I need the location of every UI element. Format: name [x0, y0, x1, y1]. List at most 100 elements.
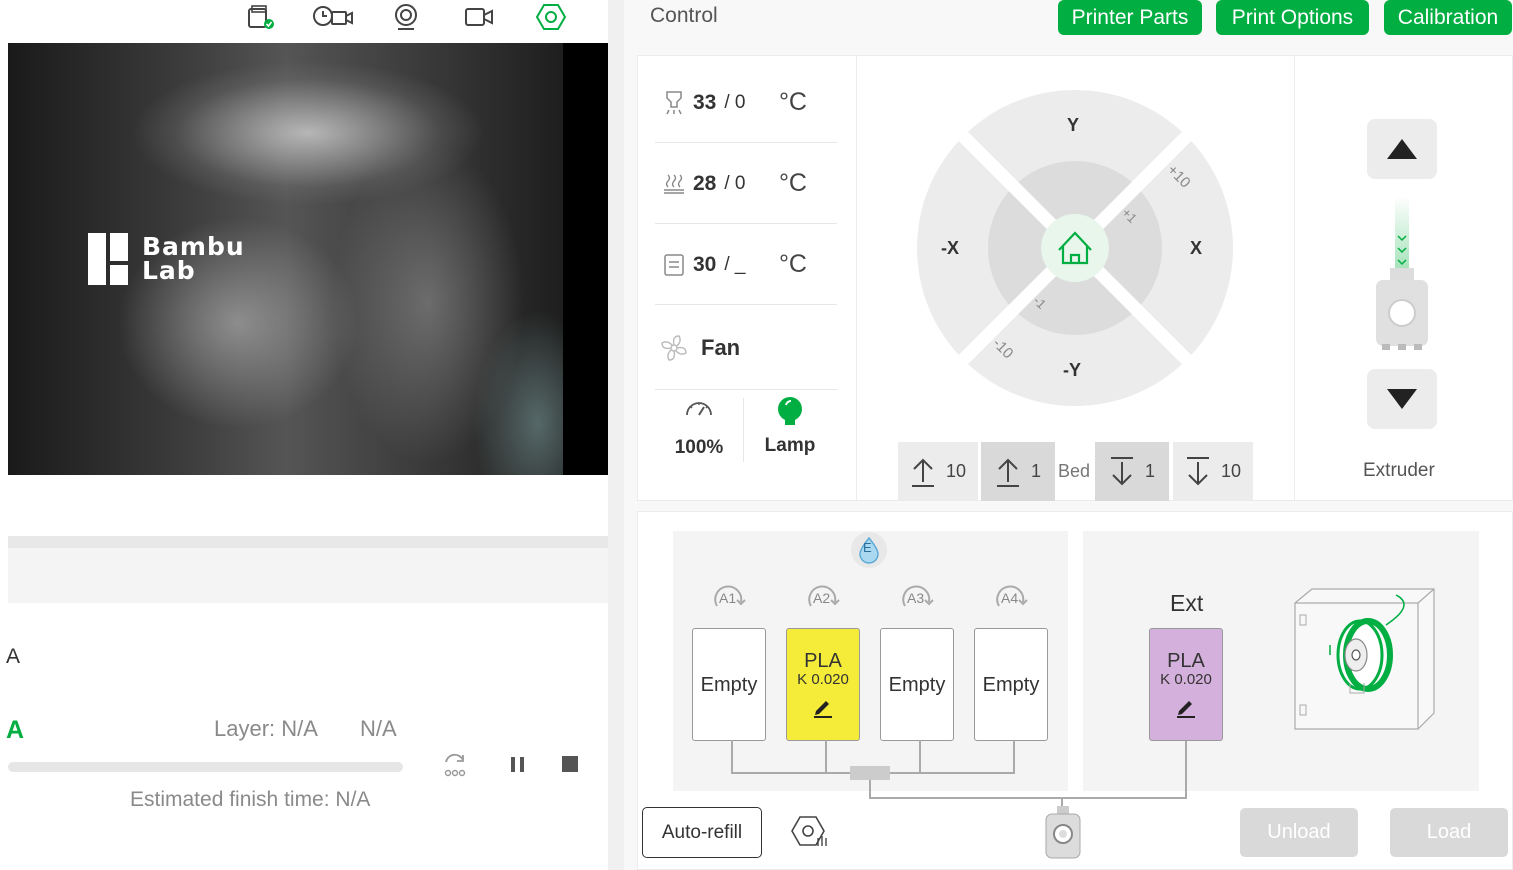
- ext-spool-slot[interactable]: PLA K 0.020: [1149, 628, 1223, 741]
- divider-strip: [8, 536, 609, 548]
- filament-path: [731, 740, 1187, 810]
- edit-pencil-icon[interactable]: [812, 696, 834, 718]
- x-plus-button[interactable]: X: [1190, 238, 1202, 259]
- bed-temp-row[interactable]: 28 / 0 °C: [655, 144, 837, 224]
- extruder-toolhead-icon: [1045, 806, 1081, 859]
- chamber-target-temp[interactable]: / _: [724, 254, 745, 276]
- bambu-lab-logo: Bambu Lab: [88, 233, 245, 285]
- ams-slot-a4[interactable]: Empty: [974, 628, 1048, 741]
- video-record-icon[interactable]: [463, 2, 495, 32]
- chamber-icon: [655, 253, 693, 277]
- ams-humidity-button[interactable]: E: [851, 532, 887, 568]
- slot-a4-label: A4: [1001, 590, 1019, 606]
- printer-spool-graphic: [1294, 588, 1435, 730]
- bed-current-temp: 28: [693, 171, 717, 195]
- nozzle-current-temp: 33: [693, 90, 717, 114]
- slot-material: Empty: [700, 673, 758, 696]
- task-header-bar: [8, 548, 609, 603]
- slot-material: Empty: [982, 673, 1040, 696]
- bed-step-label: 1: [1144, 461, 1155, 481]
- fan-icon: [655, 333, 693, 363]
- load-button[interactable]: Load: [1390, 808, 1508, 857]
- x-minus-button[interactable]: -X: [941, 238, 959, 259]
- nozzle-temp-row[interactable]: 33 / 0 °C: [655, 63, 837, 143]
- lamp-label: Lamp: [764, 435, 816, 456]
- timelapse-icon[interactable]: [312, 2, 354, 32]
- slot-material: PLA: [804, 650, 842, 672]
- arrow-up-icon: [996, 458, 1019, 487]
- control-title: Control: [650, 4, 718, 27]
- extrude-up-button[interactable]: [1367, 119, 1437, 179]
- triangle-up-icon: [1387, 139, 1417, 159]
- edit-pencil-icon[interactable]: [1175, 696, 1197, 718]
- triangle-down-icon: [1387, 389, 1417, 409]
- camera-view[interactable]: Bambu Lab: [8, 43, 609, 475]
- temp-unit: °C: [778, 250, 807, 278]
- slot-material: Empty: [888, 673, 946, 696]
- bed-target-temp[interactable]: / 0: [724, 173, 745, 195]
- slot-a2-label: A2: [813, 590, 831, 606]
- auto-refill-button[interactable]: Auto-refill: [642, 807, 762, 858]
- print-options-button[interactable]: Print Options: [1216, 0, 1369, 35]
- bed-step-label: 10: [945, 461, 967, 481]
- bed-up-10-button[interactable]: 10: [898, 442, 978, 501]
- speed-value: 100%: [674, 437, 724, 458]
- ams-settings-icon[interactable]: [790, 814, 830, 855]
- printer-parts-button[interactable]: Printer Parts: [1058, 0, 1202, 35]
- progress-percent: N/A: [360, 716, 397, 741]
- arrow-up-icon: [911, 458, 934, 487]
- bed-down-10-button[interactable]: 10: [1173, 442, 1253, 501]
- heatbed-icon: [655, 173, 693, 195]
- logo-line-2: Lab: [142, 256, 196, 285]
- nozzle-target-temp[interactable]: / 0: [724, 92, 745, 114]
- stop-icon[interactable]: [562, 756, 578, 772]
- humidity-level: E: [863, 540, 872, 555]
- slot-k-value: K 0.020: [797, 671, 849, 688]
- pause-icon[interactable]: [509, 756, 529, 774]
- bed-down-1-button[interactable]: 1: [1095, 442, 1169, 501]
- fan-label: Fan: [701, 334, 741, 360]
- bed-step-label: 10: [1220, 461, 1242, 481]
- layer-text: Layer: N/A: [214, 716, 318, 741]
- estimated-finish-time: Estimated finish time: N/A: [130, 788, 371, 811]
- y-plus-button[interactable]: Y: [1067, 115, 1079, 136]
- home-button[interactable]: [1055, 235, 1093, 269]
- temp-unit: °C: [778, 169, 807, 197]
- ams-slot-a3[interactable]: Empty: [880, 628, 954, 741]
- speed-button[interactable]: 100%: [655, 395, 743, 465]
- ams-slot-a2[interactable]: PLA K 0.020: [786, 628, 860, 741]
- extruder-graphic: [1376, 196, 1428, 350]
- nozzle-icon: [655, 90, 693, 116]
- temp-unit: °C: [778, 88, 807, 116]
- ext-material: PLA: [1167, 650, 1205, 672]
- task-status-fragment: A: [6, 716, 25, 744]
- left-panel: Bambu Lab A A Layer: N/A N/A Estimated f…: [0, 0, 610, 870]
- sd-card-icon[interactable]: [245, 2, 277, 32]
- lamp-button[interactable]: Lamp: [744, 395, 836, 465]
- ext-k-value: K 0.020: [1160, 671, 1212, 688]
- webcam-icon[interactable]: [390, 2, 422, 32]
- extrude-down-button[interactable]: [1367, 369, 1437, 429]
- arrow-down-icon: [1186, 456, 1209, 485]
- y-minus-button[interactable]: -Y: [1063, 360, 1081, 381]
- fan-row[interactable]: Fan: [655, 306, 837, 390]
- printer-settings-icon[interactable]: [535, 2, 567, 32]
- ext-title: Ext: [1170, 590, 1204, 616]
- calibration-button[interactable]: Calibration: [1384, 0, 1512, 35]
- slot-a3-label: A3: [907, 590, 925, 606]
- panel-splitter[interactable]: [608, 0, 624, 870]
- progress-bar: [8, 762, 403, 772]
- slot-a1-label: A1: [719, 590, 737, 606]
- skip-objects-icon[interactable]: [440, 752, 470, 783]
- divider: [856, 56, 857, 500]
- chamber-temp-row[interactable]: 30 / _ °C: [655, 225, 837, 305]
- divider: [1294, 56, 1295, 500]
- unload-button[interactable]: Unload: [1240, 808, 1358, 857]
- extruder-label: Extruder: [1363, 460, 1435, 481]
- speed-gauge-icon: [686, 402, 712, 416]
- bed-up-1-button[interactable]: 1: [981, 442, 1055, 501]
- task-name-fragment: A: [6, 645, 21, 668]
- arrow-down-icon: [1110, 456, 1133, 485]
- ams-slot-a1[interactable]: Empty: [692, 628, 766, 741]
- bed-step-label: 1: [1030, 461, 1041, 481]
